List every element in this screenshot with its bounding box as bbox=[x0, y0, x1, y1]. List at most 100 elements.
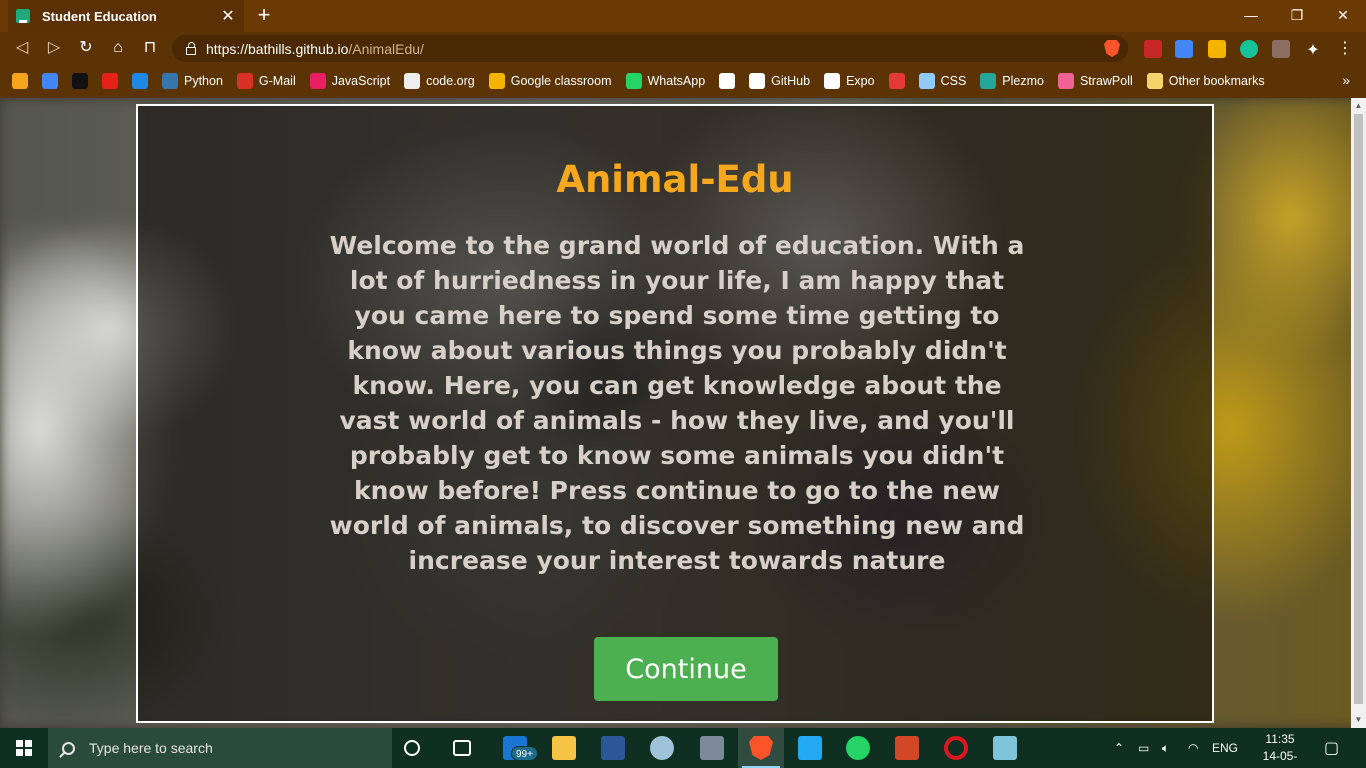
plezmo-icon bbox=[980, 73, 997, 89]
menu-kebab-icon[interactable]: ⋮ bbox=[1336, 40, 1354, 58]
page-viewport: Animal-Edu Welcome to the grand world of… bbox=[0, 98, 1366, 728]
bookmark-item[interactable] bbox=[12, 73, 28, 89]
translate-extension-icon[interactable] bbox=[1175, 40, 1193, 58]
start-button[interactable] bbox=[0, 728, 48, 768]
color-picker-extension-icon[interactable] bbox=[1272, 40, 1290, 58]
volume-icon[interactable]: 🔈︎ bbox=[1162, 728, 1169, 768]
bookmark-item[interactable]: CSS bbox=[918, 73, 966, 89]
expo-icon bbox=[824, 73, 841, 89]
word-icon[interactable] bbox=[601, 736, 625, 760]
bookmark-item[interactable] bbox=[72, 73, 88, 89]
bookmark-label: G-Mail bbox=[258, 74, 296, 88]
bookmark-label: StrawPoll bbox=[1079, 74, 1133, 88]
bookmark-item[interactable]: StrawPoll bbox=[1057, 73, 1133, 89]
extension-icon-1[interactable] bbox=[1144, 40, 1162, 58]
opera-icon[interactable] bbox=[944, 736, 968, 760]
bookmark-label: Other bookmarks bbox=[1168, 74, 1265, 88]
tab-strip: Student Education ✕ + — ❐ ✕ bbox=[0, 0, 1366, 32]
cortana-icon[interactable] bbox=[404, 740, 420, 756]
bookmark-item[interactable] bbox=[888, 73, 905, 89]
github-icon bbox=[749, 73, 766, 89]
calculator-icon[interactable] bbox=[700, 736, 724, 760]
openai-icon bbox=[719, 73, 736, 89]
close-window-button[interactable]: ✕ bbox=[1320, 0, 1366, 32]
clock-time: 11:35 bbox=[1265, 732, 1295, 746]
bookmark-item[interactable]: code.org bbox=[404, 73, 475, 89]
notifications-icon[interactable]: ▢ bbox=[1324, 728, 1339, 768]
extensions-puzzle-icon[interactable]: ✦ bbox=[1304, 40, 1322, 59]
bookmark-item[interactable]: Expo bbox=[824, 73, 875, 89]
scrollbar[interactable]: ▲ ▼ bbox=[1351, 98, 1366, 728]
bookmark-item[interactable]: WhatsApp bbox=[625, 73, 705, 89]
home-button[interactable]: ⌂ bbox=[106, 36, 130, 60]
b-icon bbox=[72, 73, 88, 89]
scrollbar-thumb[interactable] bbox=[1354, 114, 1363, 704]
bookmark-page-button[interactable]: ⊓ bbox=[138, 36, 162, 60]
bookmark-label: Expo bbox=[846, 74, 875, 88]
reload-button[interactable]: ↻ bbox=[74, 36, 98, 60]
scroll-down-icon[interactable]: ▼ bbox=[1354, 715, 1363, 725]
close-tab-icon[interactable]: ✕ bbox=[220, 6, 236, 26]
back-button[interactable]: ◁ bbox=[10, 36, 34, 60]
notes-extension-icon[interactable] bbox=[1208, 40, 1226, 58]
bookmark-item[interactable] bbox=[42, 73, 58, 89]
play-icon bbox=[132, 73, 148, 89]
bookmark-item[interactable]: JavaScript bbox=[309, 73, 391, 89]
bookmark-item[interactable] bbox=[719, 73, 736, 89]
book-icon bbox=[16, 9, 30, 23]
bookmark-item[interactable]: Python bbox=[162, 73, 223, 89]
grammarly-icon[interactable] bbox=[1240, 40, 1258, 58]
more-bookmarks-button[interactable]: » bbox=[1342, 72, 1350, 88]
wifi-icon[interactable]: ◠ bbox=[1188, 728, 1198, 768]
forward-button[interactable]: ▷ bbox=[42, 36, 66, 60]
lock-icon[interactable] bbox=[186, 41, 196, 55]
tab-title: Student Education bbox=[42, 8, 157, 24]
vscode-icon[interactable] bbox=[798, 736, 822, 760]
language-indicator[interactable]: ENG bbox=[1212, 728, 1238, 768]
strawpoll-icon bbox=[1057, 73, 1074, 89]
new-tab-button[interactable]: + bbox=[252, 3, 276, 27]
address-bar[interactable]: https://bathills.github.io/AnimalEdu/ bbox=[172, 35, 1128, 62]
welcome-panel: Animal-Edu Welcome to the grand world of… bbox=[136, 104, 1214, 723]
fire-icon bbox=[12, 73, 28, 89]
bookmark-item[interactable]: GitHub bbox=[749, 73, 810, 89]
file-explorer-icon[interactable] bbox=[552, 736, 576, 760]
translate-icon bbox=[42, 73, 58, 89]
store-icon bbox=[888, 73, 905, 89]
bookmark-label: JavaScript bbox=[331, 74, 391, 88]
whatsapp-icon bbox=[625, 73, 642, 89]
url-path: /AnimalEdu/ bbox=[348, 40, 424, 57]
bookmark-item[interactable]: Plezmo bbox=[980, 73, 1044, 89]
star-icon bbox=[309, 73, 326, 89]
minimize-button[interactable]: — bbox=[1228, 0, 1274, 32]
intro-text: Welcome to the grand world of education.… bbox=[329, 231, 1025, 575]
bookmark-label: Python bbox=[184, 74, 223, 88]
task-view-icon[interactable] bbox=[453, 740, 471, 756]
mail-unread-badge: 99+ bbox=[511, 746, 538, 761]
grid-icon bbox=[404, 73, 421, 89]
continue-button[interactable]: Continue bbox=[594, 637, 778, 701]
whatsapp-icon[interactable] bbox=[846, 736, 870, 760]
clock[interactable]: 11:35 14-05-2021 bbox=[1252, 731, 1308, 768]
bookmarks-bar: Python G-Mail JavaScript code.org Google cla… bbox=[0, 64, 1366, 98]
taskbar-search[interactable]: Type here to search bbox=[48, 728, 392, 768]
bookmark-item[interactable]: G-Mail bbox=[236, 73, 296, 89]
bookmark-label: GitHub bbox=[771, 74, 811, 88]
bookmark-item[interactable] bbox=[102, 73, 118, 89]
bookmark-item[interactable]: Google classroom bbox=[488, 73, 612, 89]
bookmark-label: code.org bbox=[426, 74, 475, 88]
bookmark-item[interactable] bbox=[132, 73, 148, 89]
browser-tab[interactable]: Student Education ✕ bbox=[8, 0, 244, 32]
notebook-icon[interactable] bbox=[993, 736, 1017, 760]
url-host: https://bathills.github.io bbox=[206, 40, 349, 57]
bookmark-item[interactable]: Other bookmarks bbox=[1146, 73, 1265, 89]
battery-icon[interactable]: ▭ bbox=[1138, 728, 1149, 768]
show-hidden-icons-button[interactable]: ⌃ bbox=[1114, 728, 1124, 768]
restore-button[interactable]: ❐ bbox=[1274, 0, 1320, 32]
python-icon bbox=[162, 73, 178, 89]
taskbar: Type here to search ⌃ ▭ 🔈︎ ◠ ENG 11:35 1… bbox=[0, 728, 1366, 768]
powerpoint-icon[interactable] bbox=[895, 736, 919, 760]
paint-icon[interactable] bbox=[650, 736, 674, 760]
gmail-icon bbox=[236, 73, 253, 89]
scroll-up-icon[interactable]: ▲ bbox=[1354, 101, 1363, 111]
